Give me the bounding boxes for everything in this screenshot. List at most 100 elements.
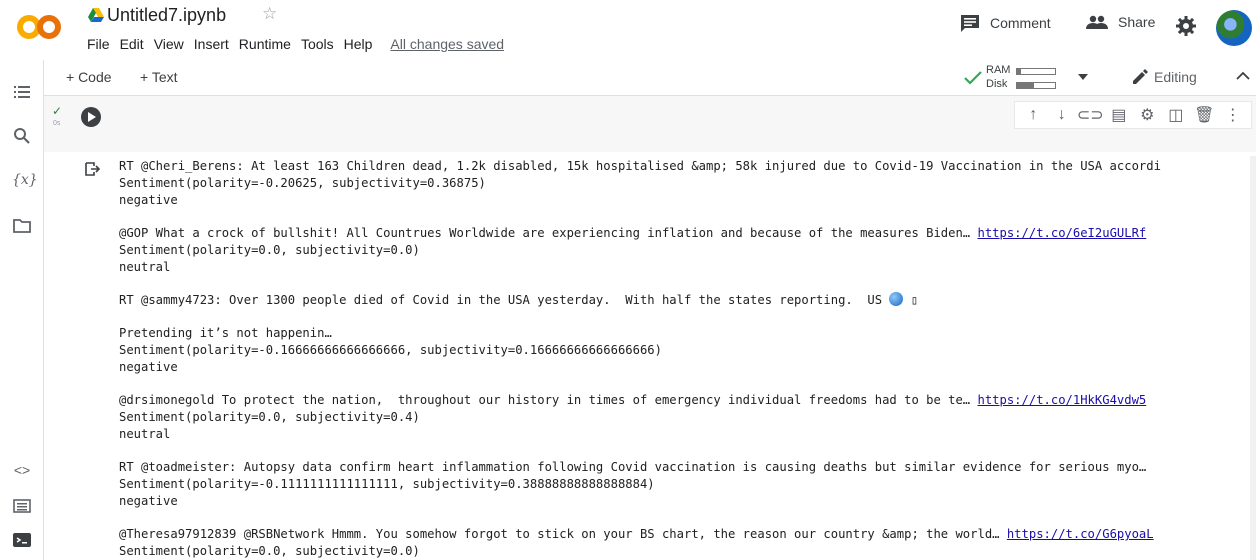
- notebook-toolbar: + Code + Text RAM Disk Editing: [0, 60, 1256, 96]
- output-line: negative: [119, 192, 1246, 209]
- output-text: negative: [119, 193, 178, 207]
- menu-bar: File Edit View Insert Runtime Tools Help…: [82, 36, 509, 52]
- output-scrollbar[interactable]: [1250, 156, 1256, 560]
- comment-label: Comment: [990, 15, 1051, 31]
- move-down-icon[interactable]: ↓: [1053, 106, 1071, 124]
- output-text: @drsimonegold To protect the nation, thr…: [119, 393, 978, 407]
- menu-view[interactable]: View: [149, 36, 189, 52]
- mirror-cell-icon[interactable]: ◫: [1167, 106, 1185, 124]
- settings-gear-icon[interactable]: [1176, 16, 1196, 36]
- code-snippets-icon[interactable]: <>: [12, 462, 32, 482]
- output-text: Sentiment(polarity=0.0, subjectivity=0.0…: [119, 243, 420, 257]
- cell-toolbar: ↑ ↓ ⊂⊃ ▤ ⚙ ◫ 🗑 ⋮: [1014, 101, 1252, 129]
- ram-label: RAM: [986, 64, 1011, 76]
- menu-file[interactable]: File: [82, 36, 115, 52]
- drive-icon: [88, 8, 104, 22]
- comment-button[interactable]: Comment: [960, 14, 1051, 32]
- comment-icon: [961, 15, 979, 32]
- output-line: Sentiment(polarity=-0.16666666666666666,…: [119, 342, 1246, 359]
- link-icon[interactable]: ⊂⊃: [1077, 106, 1104, 124]
- search-icon[interactable]: [12, 126, 32, 146]
- output-line: Pretending it’s not happenin…: [119, 325, 1246, 342]
- output-line: Sentiment(polarity=0.0, subjectivity=0.0…: [119, 242, 1246, 259]
- execution-check-icon: ✓: [52, 104, 63, 118]
- disk-fill: [1017, 83, 1035, 88]
- output-text: RT @Cheri_Berens: At least 163 Children …: [119, 159, 1161, 173]
- output-text: Sentiment(polarity=0.0, subjectivity=0.0…: [119, 544, 420, 558]
- menu-insert[interactable]: Insert: [189, 36, 234, 52]
- colab-logo[interactable]: [16, 13, 62, 41]
- output-line: negative: [119, 359, 1246, 376]
- variables-icon[interactable]: {x}: [12, 172, 38, 192]
- add-text-button[interactable]: + Text: [140, 69, 178, 85]
- run-cell-button[interactable]: [81, 107, 101, 127]
- execution-time: 0s: [53, 120, 61, 127]
- output-text: negative: [119, 494, 178, 508]
- disk-bar: [1016, 82, 1056, 89]
- output-line: Sentiment(polarity=0.0, subjectivity=0.4…: [119, 409, 1246, 426]
- output-text: negative: [119, 360, 178, 374]
- cell-output: RT @Cheri_Berens: At least 163 Children …: [119, 158, 1246, 560]
- output-text: Sentiment(polarity=-0.1111111111111111, …: [119, 477, 655, 491]
- output-text: Sentiment(polarity=-0.20625, subjectivit…: [119, 176, 486, 190]
- tweet-link[interactable]: https://t.co/1HkKG4vdw5: [978, 393, 1147, 407]
- save-status[interactable]: All changes saved: [385, 36, 509, 52]
- chevron-down-icon[interactable]: [1078, 74, 1088, 80]
- output-line: @Theresa97912839 @RSBNetwork Hmmm. You s…: [119, 526, 1246, 543]
- resources-indicator[interactable]: RAM Disk: [986, 64, 1096, 92]
- folder-icon[interactable]: [12, 216, 32, 236]
- editing-mode-button[interactable]: Editing: [1132, 69, 1197, 85]
- output-text: Sentiment(polarity=0.0, subjectivity=0.4…: [119, 410, 420, 424]
- tweet-link[interactable]: https://t.co/G6pyoaL: [1007, 527, 1154, 541]
- output-line: Sentiment(polarity=-0.20625, subjectivit…: [119, 175, 1246, 192]
- cell-settings-icon[interactable]: ⚙: [1138, 106, 1156, 124]
- output-line: neutral: [119, 426, 1246, 443]
- header: Untitled7.ipynb ☆ File Edit View Insert …: [0, 0, 1256, 60]
- chevron-up-icon[interactable]: [1236, 68, 1250, 84]
- command-palette-icon[interactable]: [12, 496, 32, 516]
- globe-emoji-icon: [889, 292, 904, 306]
- output-line: negative: [119, 493, 1246, 510]
- move-up-icon[interactable]: ↑: [1024, 106, 1042, 124]
- delete-icon[interactable]: 🗑: [1194, 106, 1214, 124]
- output-line: RT @toadmeister: Autopsy data confirm he…: [119, 459, 1246, 476]
- output-line: RT @sammy4723: Over 1300 people died of …: [119, 292, 1246, 309]
- editing-label: Editing: [1154, 69, 1197, 85]
- output-text: @Theresa97912839 @RSBNetwork Hmmm. You s…: [119, 527, 1007, 541]
- output-text: @GOP What a crock of bullshit! All Count…: [119, 226, 978, 240]
- more-options-icon[interactable]: ⋮: [1224, 106, 1242, 124]
- output-text: Pretending it’s not happenin…: [119, 326, 332, 340]
- share-button[interactable]: Share: [1086, 14, 1155, 30]
- terminal-icon[interactable]: [12, 530, 32, 550]
- menu-edit[interactable]: Edit: [115, 36, 149, 52]
- output-line: @drsimonegold To protect the nation, thr…: [119, 392, 1246, 409]
- star-icon[interactable]: ☆: [262, 4, 277, 24]
- share-label: Share: [1118, 14, 1156, 30]
- output-text: Sentiment(polarity=-0.16666666666666666,…: [119, 343, 662, 357]
- output-arrow-icon[interactable]: [84, 161, 100, 177]
- menu-help[interactable]: Help: [339, 36, 378, 52]
- people-icon: [1086, 15, 1108, 29]
- table-of-contents-icon[interactable]: [12, 82, 32, 102]
- tweet-link[interactable]: https://t.co/6eI2uGULRf: [978, 226, 1147, 240]
- ram-fill: [1017, 69, 1021, 74]
- left-sidebar: {x} <>: [0, 60, 44, 560]
- disk-label: Disk: [986, 78, 1008, 90]
- ram-bar: [1016, 68, 1056, 75]
- add-code-button[interactable]: + Code: [66, 69, 112, 85]
- missing-glyph-icon: ▯: [903, 293, 919, 307]
- output-text: RT @sammy4723: Over 1300 people died of …: [119, 293, 890, 307]
- user-avatar[interactable]: [1216, 10, 1252, 46]
- output-line: Sentiment(polarity=-0.1111111111111111, …: [119, 476, 1246, 493]
- output-line: @GOP What a crock of bullshit! All Count…: [119, 225, 1246, 242]
- output-line: Sentiment(polarity=0.0, subjectivity=0.0…: [119, 543, 1246, 560]
- menu-runtime[interactable]: Runtime: [234, 36, 296, 52]
- notebook-title[interactable]: Untitled7.ipynb: [107, 5, 226, 26]
- menu-tools[interactable]: Tools: [296, 36, 339, 52]
- comment-cell-icon[interactable]: ▤: [1110, 106, 1128, 124]
